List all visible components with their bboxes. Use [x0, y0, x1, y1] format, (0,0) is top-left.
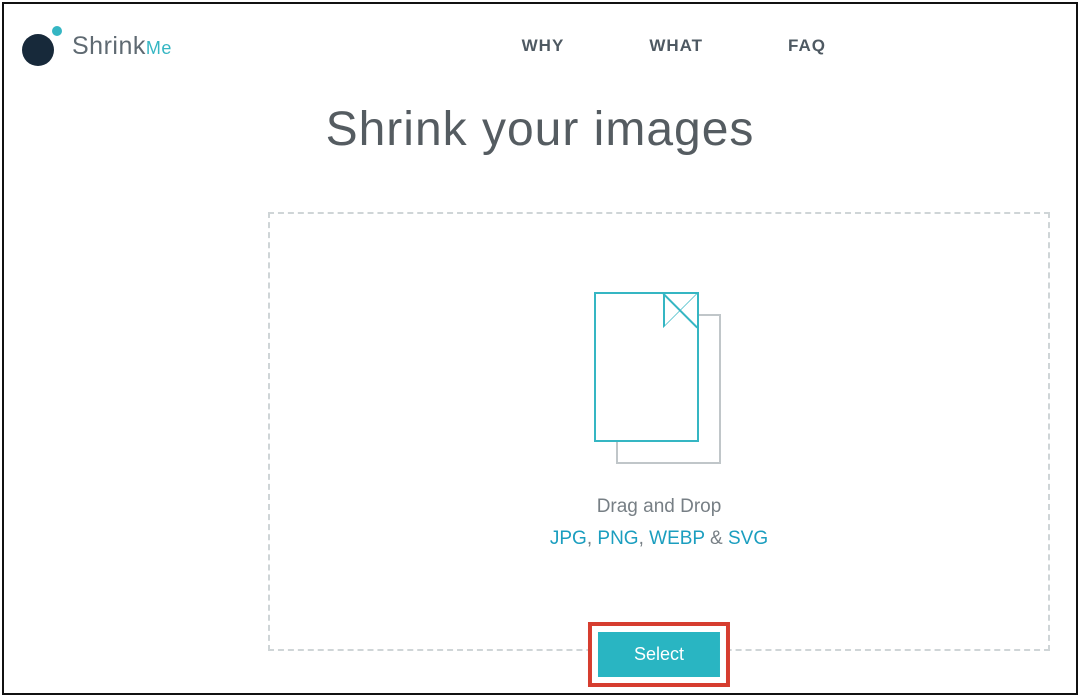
brand-accent: Me	[146, 38, 172, 58]
supported-formats: JPG, PNG, WEBP & SVG	[550, 528, 768, 550]
file-dropzone[interactable]: Drag and Drop JPG, PNG, WEBP & SVG Selec…	[268, 212, 1050, 651]
brand-name: ShrinkMe	[72, 32, 172, 61]
document-icon	[594, 292, 724, 462]
dropzone-instruction: Drag and Drop	[597, 496, 722, 518]
logo-icon	[22, 26, 62, 66]
brand-primary: Shrink	[72, 32, 146, 60]
brand-logo[interactable]: ShrinkMe	[22, 26, 172, 66]
nav-what[interactable]: WHAT	[649, 36, 703, 56]
nav-why[interactable]: WHY	[522, 36, 565, 56]
page-title: Shrink your images	[4, 102, 1076, 157]
nav-faq[interactable]: FAQ	[788, 36, 826, 56]
select-button-highlight: Select	[588, 622, 730, 687]
select-files-button[interactable]: Select	[598, 632, 720, 677]
top-nav: WHY WHAT FAQ	[522, 36, 826, 56]
format-webp: WEBP	[649, 528, 705, 549]
format-png: PNG	[597, 528, 638, 549]
format-svg: SVG	[728, 528, 768, 549]
format-jpg: JPG	[550, 528, 587, 549]
